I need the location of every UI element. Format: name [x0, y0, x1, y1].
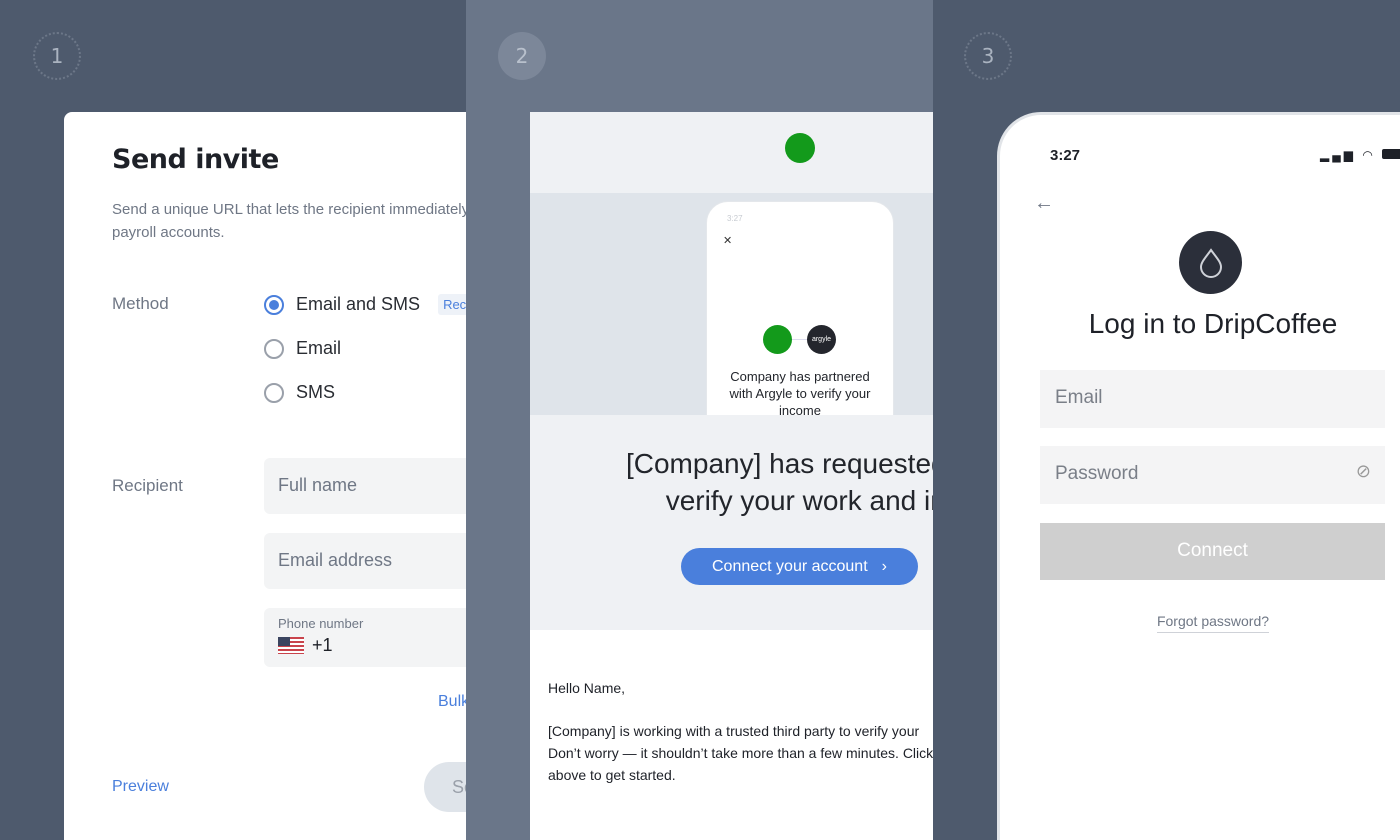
back-arrow-icon[interactable]: ←: [1034, 192, 1054, 215]
radio-email[interactable]: Email: [264, 338, 341, 359]
recipient-label: Recipient: [112, 476, 183, 495]
password-input[interactable]: Password ⊘: [1040, 446, 1385, 504]
mock-text: Company has partnered with Argyle to ver…: [729, 369, 871, 415]
chevron-right-icon: ›: [881, 557, 887, 575]
email-input[interactable]: Email: [1040, 370, 1385, 428]
method-label: Method: [112, 294, 169, 313]
send-button[interactable]: Send: [424, 762, 466, 812]
bulk-link[interactable]: Bulk: [438, 693, 466, 711]
radio-email-and-sms[interactable]: Email and SMS Recommended: [264, 294, 466, 315]
body-line: [Company] is working with a trusted thir…: [548, 723, 920, 739]
body-line: Don’t worry — it shouldn’t take more tha…: [548, 745, 933, 761]
company-logo: [785, 133, 815, 163]
forgot-password-link[interactable]: Forgot password?: [1156, 613, 1270, 633]
argyle-logo: argyle: [807, 325, 836, 354]
wifi-icon: ◠: [1362, 148, 1376, 162]
mock-time: 3:27: [727, 214, 743, 223]
email-heading: [Company] has requested that youverify y…: [625, 448, 933, 516]
step-number: 1: [33, 32, 81, 80]
preview-link[interactable]: Preview: [112, 778, 169, 796]
connector-line: [792, 339, 808, 340]
recommended-badge: Recommended: [438, 294, 466, 315]
body-line: above to get started.: [548, 767, 676, 783]
phone-mockup: 3:27 ✕ argyle Company has partnered with…: [706, 201, 894, 415]
step-number: 2: [498, 32, 546, 80]
dripcoffee-logo: [1179, 231, 1242, 294]
radio-label: Email: [296, 338, 342, 358]
send-invite-card: Send invite Send a unique URL that lets …: [64, 112, 466, 840]
close-icon: ✕: [723, 235, 733, 247]
greeting: Hello Name,: [548, 680, 626, 696]
partner-logo: [763, 325, 792, 354]
email-address-input[interactable]: Email address: [264, 533, 466, 589]
radio-checked-icon: [264, 294, 284, 315]
email-preview: 3:27 ✕ argyle Company has partnered with…: [530, 112, 933, 840]
login-title: Log in to DripCoffee: [1088, 308, 1338, 339]
description: Send a unique URL that lets the recipien…: [112, 201, 466, 241]
radio-label: Email and SMS: [296, 294, 421, 314]
us-flag-icon: [278, 637, 304, 654]
login-phone: 3:27 ▂▄▆ ◠ ← Log in to DripCoffee Email …: [997, 112, 1400, 840]
signal-icon: ▂▄▆: [1320, 148, 1356, 162]
connect-account-button[interactable]: Connect your account ›: [681, 548, 918, 585]
phone-code: +1: [312, 635, 333, 655]
step-3-panel: 3 3:27 ▂▄▆ ◠ ← Log in to DripCoffee Emai…: [933, 0, 1400, 840]
eye-slash-icon[interactable]: ⊘: [1356, 461, 1371, 482]
radio-sms[interactable]: SMS: [264, 382, 335, 403]
radio-unchecked-icon: [264, 382, 284, 403]
drop-icon: [1199, 247, 1222, 278]
page-title: Send invite: [112, 144, 279, 175]
connect-button[interactable]: Connect: [1040, 523, 1385, 580]
phone-label: Phone number: [278, 616, 364, 631]
status-time: 3:27: [1050, 147, 1081, 164]
battery-icon: [1382, 149, 1400, 159]
full-name-input[interactable]: Full name: [264, 458, 466, 514]
step-2-panel: 2 3:27 ✕ argyle Company has partnered wi…: [466, 0, 933, 840]
phone-number-input[interactable]: Phone number +1: [264, 608, 466, 667]
radio-label: SMS: [296, 382, 336, 402]
step-1-panel: 1 Send invite Send a unique URL that let…: [0, 0, 466, 840]
step-number: 3: [964, 32, 1012, 80]
status-icons: ▂▄▆ ◠: [1320, 148, 1400, 162]
radio-unchecked-icon: [264, 338, 284, 359]
